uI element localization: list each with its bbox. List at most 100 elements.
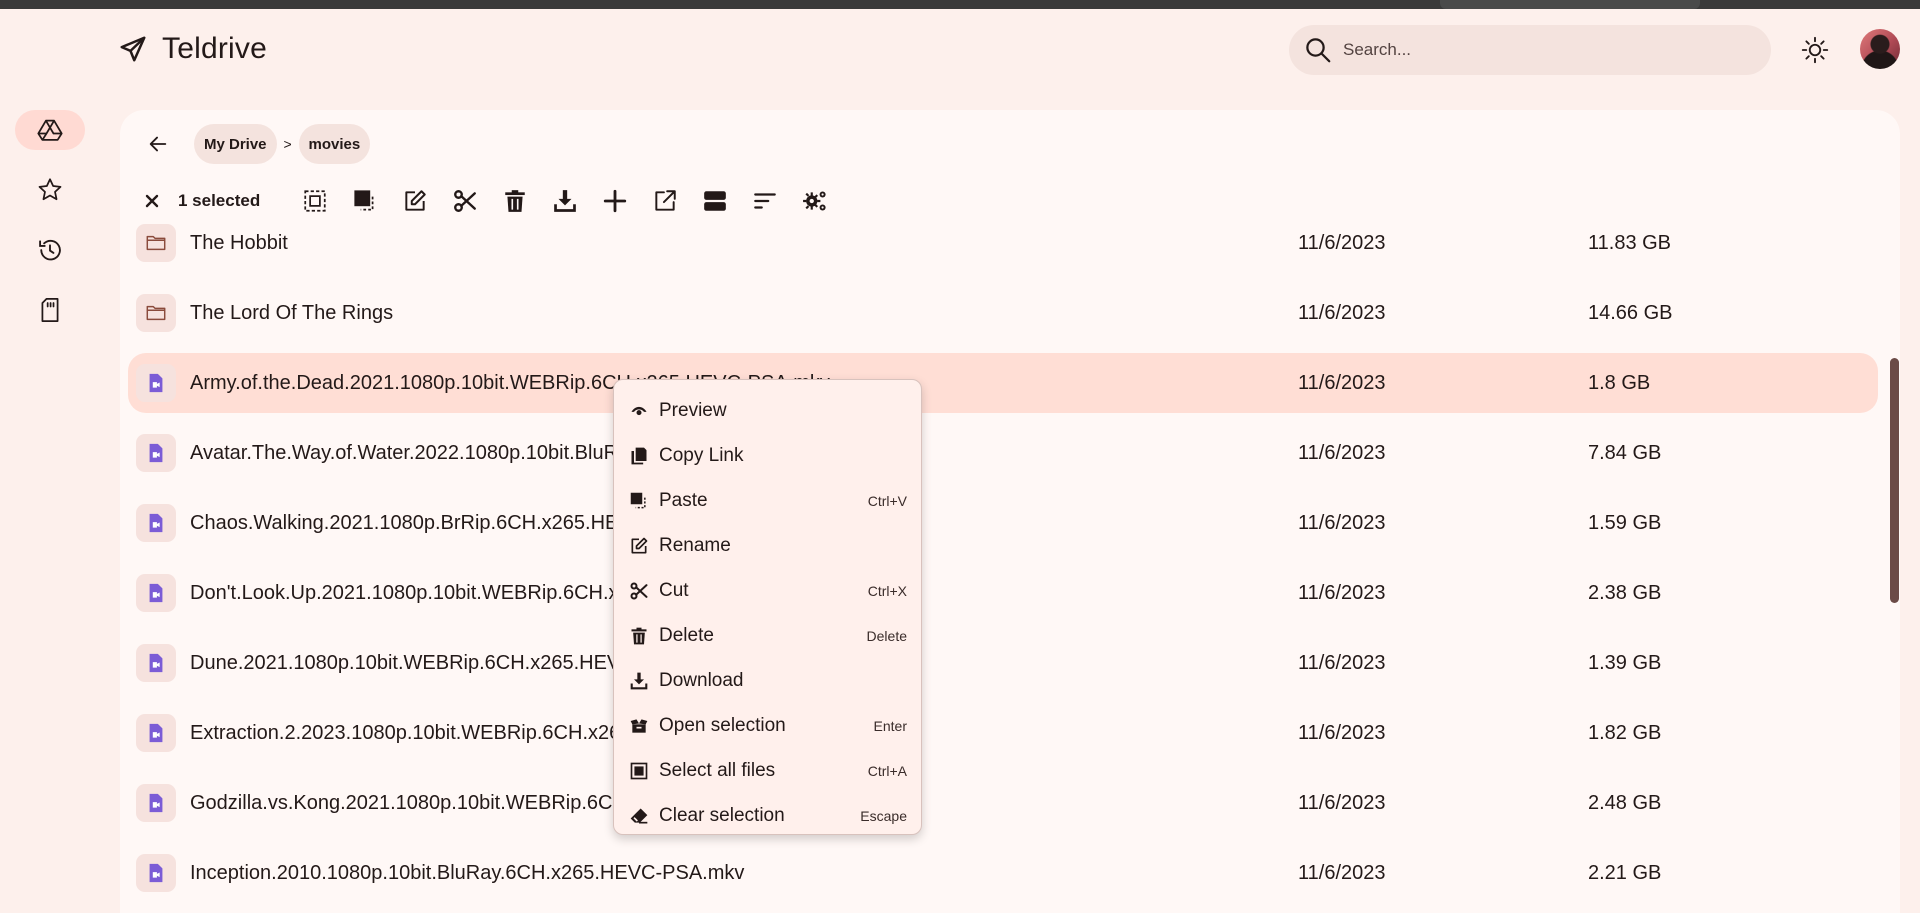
- file-size: 1.59 GB: [1588, 512, 1662, 534]
- menu-item-copy-link[interactable]: Copy Link: [614, 433, 921, 478]
- sun-icon: [1801, 36, 1829, 64]
- eye-icon: [631, 406, 647, 415]
- table-row-video[interactable]: Don't.Look.Up.2021.1080p.10bit.WEBRip.6C…: [128, 563, 1878, 623]
- file-size: 14.66 GB: [1588, 302, 1673, 324]
- sort-icon: [754, 193, 777, 209]
- gears-icon: [803, 191, 826, 211]
- nav-item-starred[interactable]: [15, 170, 85, 210]
- file-name: The Hobbit: [190, 232, 288, 254]
- table-row-video[interactable]: Godzilla.vs.Kong.2021.1080p.10bit.WEBRip…: [128, 773, 1878, 833]
- star-icon: [38, 178, 62, 201]
- file-size: 7.84 GB: [1588, 442, 1662, 464]
- file-date: 11/6/2023: [1298, 232, 1386, 254]
- paste-icon: [354, 190, 374, 211]
- table-row-video[interactable]: Inception.2010.1080p.10bit.BluRay.6CH.x2…: [128, 843, 1878, 903]
- search-bar[interactable]: [1289, 25, 1771, 75]
- copy-icon: [631, 447, 647, 464]
- video-file-icon: [136, 784, 176, 822]
- table-row-video[interactable]: Dune.2021.1080p.10bit.WEBRip.6CH.x265.HE…: [128, 633, 1878, 693]
- file-date: 11/6/2023: [1298, 652, 1386, 674]
- file-date: 11/6/2023: [1298, 512, 1386, 534]
- select-all-icon: [304, 190, 326, 212]
- theme-toggle-button[interactable]: [1799, 34, 1831, 66]
- search-icon: [1306, 38, 1331, 63]
- select-all-icon: [630, 762, 648, 779]
- file-browser-panel: My Drive > movies 1 selected The Hobbit …: [120, 110, 1900, 913]
- video-file-icon: [136, 854, 176, 892]
- file-size: 2.21 GB: [1588, 862, 1662, 884]
- search-input[interactable]: [1343, 40, 1743, 60]
- app-header: Teldrive: [0, 9, 1920, 91]
- paste-icon: [630, 492, 646, 508]
- close-icon: [145, 194, 159, 208]
- video-file-icon: [136, 504, 176, 542]
- video-file-icon: [136, 574, 176, 612]
- browser-tab-shadow: [1440, 0, 1700, 9]
- sd-card-icon: [41, 298, 59, 322]
- edit-icon: [405, 190, 426, 211]
- clear-selection-button[interactable]: [138, 186, 166, 216]
- table-row-video[interactable]: Chaos.Walking.2021.1080p.BrRip.6CH.x265.…: [128, 493, 1878, 553]
- video-file-icon: [136, 364, 176, 402]
- menu-item-paste[interactable]: Paste Ctrl+V: [614, 478, 921, 523]
- file-date: 11/6/2023: [1298, 862, 1386, 884]
- plus-icon: [604, 189, 627, 213]
- download-icon: [630, 672, 648, 689]
- file-name: Inception.2010.1080p.10bit.BluRay.6CH.x2…: [190, 862, 745, 884]
- table-row-folder[interactable]: The Lord Of The Rings 11/6/2023 14.66 GB: [128, 283, 1878, 343]
- file-date: 11/6/2023: [1298, 372, 1386, 394]
- file-size: 2.38 GB: [1588, 582, 1662, 604]
- nav-item-recent[interactable]: [15, 230, 85, 270]
- user-avatar[interactable]: [1860, 29, 1900, 69]
- menu-item-preview[interactable]: Preview: [614, 388, 921, 433]
- menu-item-download[interactable]: Download: [614, 658, 921, 703]
- nav-item-storage[interactable]: [15, 290, 85, 330]
- table-row-video[interactable]: Avatar.The.Way.of.Water.2022.1080p.10bit…: [128, 423, 1878, 483]
- breadcrumb: My Drive > movies: [138, 124, 371, 164]
- download-icon: [554, 190, 577, 212]
- context-menu: Preview Copy Link Paste Ctrl+V Rename Cu…: [613, 379, 922, 835]
- video-file-icon: [136, 434, 176, 472]
- table-row-folder[interactable]: The Hobbit 11/6/2023 11.83 GB: [128, 213, 1878, 273]
- brand[interactable]: Teldrive: [118, 32, 267, 66]
- video-file-icon: [136, 714, 176, 752]
- folder-icon: [136, 294, 176, 332]
- menu-item-select-all[interactable]: Select all files Ctrl+A: [614, 748, 921, 793]
- file-size: 2.48 GB: [1588, 792, 1662, 814]
- telegram-send-icon: [120, 36, 146, 62]
- table-row-video-selected[interactable]: Army.of.the.Dead.2021.1080p.10bit.WEBRip…: [128, 353, 1878, 413]
- file-date: 11/6/2023: [1298, 442, 1386, 464]
- menu-item-cut[interactable]: Cut Ctrl+X: [614, 568, 921, 613]
- back-button[interactable]: [138, 124, 178, 164]
- file-size: 1.39 GB: [1588, 652, 1662, 674]
- menu-item-delete[interactable]: Delete Delete: [614, 613, 921, 658]
- history-icon: [39, 239, 61, 261]
- breadcrumb-my-drive[interactable]: My Drive: [194, 124, 277, 164]
- file-date: 11/6/2023: [1298, 722, 1386, 744]
- menu-item-clear-selection[interactable]: Clear selection Escape: [614, 793, 921, 838]
- app-title: Teldrive: [162, 32, 267, 65]
- view-list-icon: [704, 191, 727, 211]
- arrow-left-icon: [149, 136, 167, 152]
- menu-item-open-selection[interactable]: Open selection Enter: [614, 703, 921, 748]
- trash-icon: [631, 627, 647, 644]
- menu-item-rename[interactable]: Rename: [614, 523, 921, 568]
- scissors-icon: [454, 190, 477, 212]
- file-size: 11.83 GB: [1588, 232, 1672, 254]
- video-file-icon: [136, 644, 176, 682]
- table-row-video[interactable]: Extraction.2.2023.1080p.10bit.WEBRip.6CH…: [128, 703, 1878, 763]
- file-size: 1.8 GB: [1588, 372, 1651, 394]
- breadcrumb-separator: >: [283, 136, 292, 152]
- folder-icon: [136, 224, 176, 262]
- drive-icon: [37, 119, 63, 141]
- nav-item-my-drive[interactable]: [15, 110, 85, 150]
- browser-top-strip: [0, 0, 1920, 9]
- file-date: 11/6/2023: [1298, 302, 1386, 324]
- breadcrumb-movies[interactable]: movies: [298, 124, 371, 164]
- file-date: 11/6/2023: [1298, 582, 1386, 604]
- edit-icon: [631, 537, 648, 553]
- file-name: The Lord Of The Rings: [190, 302, 394, 324]
- trash-icon: [505, 190, 525, 212]
- scrollbar-thumb[interactable]: [1890, 358, 1899, 603]
- scissors-icon: [630, 582, 648, 599]
